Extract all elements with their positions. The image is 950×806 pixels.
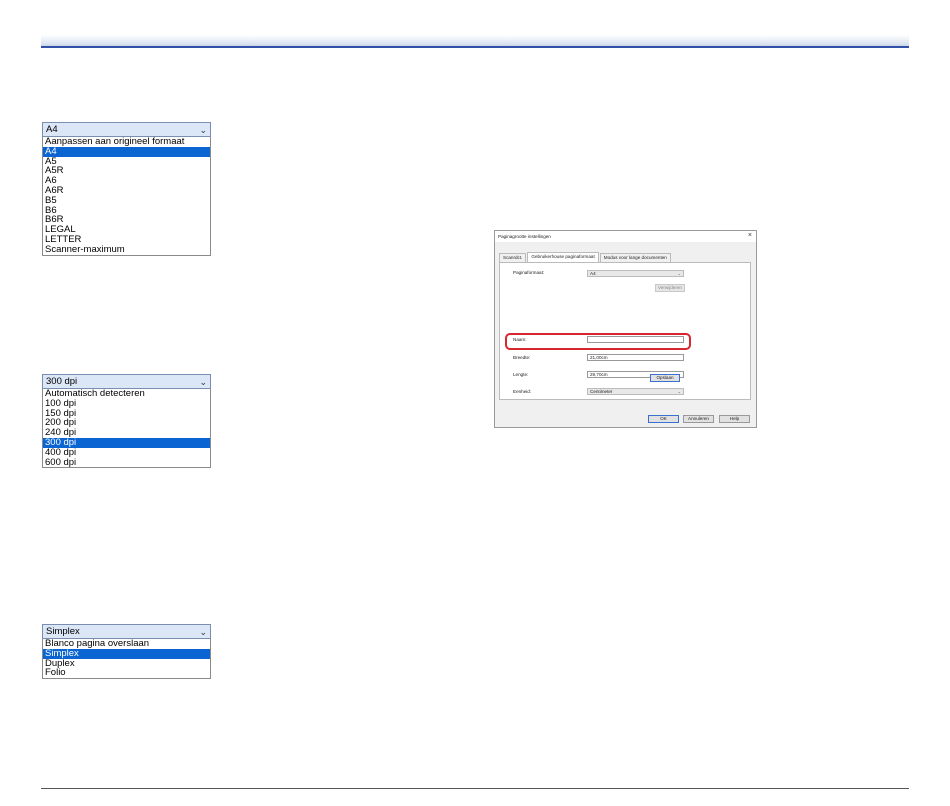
option-item[interactable]: Folio [43, 668, 210, 678]
option-item[interactable]: LETTER [43, 235, 210, 245]
option-item[interactable]: 240 dpi [43, 428, 210, 438]
paper-format-dropdown[interactable]: A4 ⌄ Aanpassen aan origineel formaat A4 A5… [42, 122, 211, 256]
option-item[interactable]: Automatisch detecteren [43, 389, 210, 399]
page-size-dialog: Paginagrootte instellingen × Scanrdct. G… [494, 230, 757, 428]
width-label: Breedte: [513, 355, 531, 360]
option-item[interactable]: Duplex [43, 659, 210, 669]
save-button[interactable]: Opslaan [650, 374, 680, 382]
scan-side-combo[interactable]: Simplex ⌄ [42, 624, 211, 639]
resolution-options: Automatisch detecteren 100 dpi 150 dpi 200 … [42, 389, 211, 469]
tab-scanner[interactable]: Scanrdct. [499, 253, 527, 262]
width-field[interactable]: 21,00cm [587, 354, 684, 361]
option-item[interactable]: 200 dpi [43, 418, 210, 428]
chevron-down-icon: ⌄ [677, 271, 681, 276]
cancel-button[interactable]: Annuleren [683, 415, 714, 423]
paper-format-select[interactable]: A4 ⌄ [587, 270, 684, 277]
unit-select[interactable]: Centimeter ⌄ [587, 388, 684, 395]
close-icon[interactable]: × [748, 232, 752, 239]
paper-format-selected: A4 [46, 124, 58, 135]
option-item[interactable]: LEGAL [43, 225, 210, 235]
paper-format-options: Aanpassen aan origineel formaat A4 A5 A5R A6… [42, 137, 211, 256]
tab-custom-format[interactable]: Gebruikerhouse paginaformaat [527, 252, 599, 262]
option-item[interactable]: 600 dpi [43, 458, 210, 468]
option-item[interactable]: 300 dpi [43, 437, 210, 448]
option-item[interactable]: A5R [43, 166, 210, 176]
option-item[interactable]: B6R [43, 215, 210, 225]
unit-label: Eenheid: [513, 389, 532, 394]
dialog-panel: Paginaformaat: A4 ⌄ Verwijderen Naam: Br… [499, 262, 751, 400]
delete-button[interactable]: Verwijderen [655, 284, 685, 292]
paper-format-combo[interactable]: A4 ⌄ [42, 122, 211, 137]
footer-rule [41, 788, 909, 789]
resolution-selected: 300 dpi [46, 376, 78, 387]
option-item[interactable]: Blanco pagina overslaan [43, 639, 210, 649]
chevron-down-icon: ⌄ [677, 389, 681, 394]
paper-format-value: A4 [590, 271, 596, 276]
dialog-titlebar: Paginagrootte instellingen × [495, 231, 756, 242]
option-item[interactable]: Scanner-maximum [43, 245, 210, 255]
option-item[interactable]: Aanpassen aan origineel formaat [43, 137, 210, 147]
scan-side-dropdown[interactable]: Simplex ⌄ Blanco pagina overslaan Simplex… [42, 624, 211, 680]
chevron-down-icon[interactable]: ⌄ [199, 627, 207, 638]
ok-button[interactable]: OK [648, 415, 679, 423]
resolution-combo[interactable]: 300 dpi ⌄ [42, 374, 211, 389]
scan-side-selected: Simplex [46, 626, 80, 637]
dialog-title: Paginagrootte instellingen [498, 234, 551, 239]
name-label: Naam: [513, 337, 527, 342]
option-item[interactable]: A6R [43, 186, 210, 196]
resolution-dropdown[interactable]: 300 dpi ⌄ Automatisch detecteren 100 dpi 1… [42, 374, 211, 469]
unit-value: Centimeter [590, 389, 613, 394]
header-rule [41, 46, 909, 48]
option-item[interactable]: Simplex [43, 648, 210, 659]
option-item[interactable]: B5 [43, 196, 210, 206]
length-label: Lengte: [513, 372, 529, 377]
option-item[interactable]: A5 [43, 157, 210, 167]
option-item[interactable]: A4 [43, 146, 210, 157]
paper-format-label: Paginaformaat: [513, 270, 545, 275]
option-item[interactable]: 400 dpi [43, 448, 210, 458]
help-button[interactable]: Help [719, 415, 750, 423]
tab-long-document[interactable]: Modus voor lange documenten [599, 253, 671, 262]
chevron-down-icon[interactable]: ⌄ [199, 377, 207, 388]
option-item[interactable]: 150 dpi [43, 409, 210, 419]
option-item[interactable]: 100 dpi [43, 399, 210, 409]
name-field[interactable] [587, 336, 684, 343]
scan-side-options: Blanco pagina overslaan Simplex Duplex Foli… [42, 639, 211, 680]
chevron-down-icon[interactable]: ⌄ [199, 125, 207, 136]
option-item[interactable]: A6 [43, 176, 210, 186]
option-item[interactable]: B6 [43, 206, 210, 216]
